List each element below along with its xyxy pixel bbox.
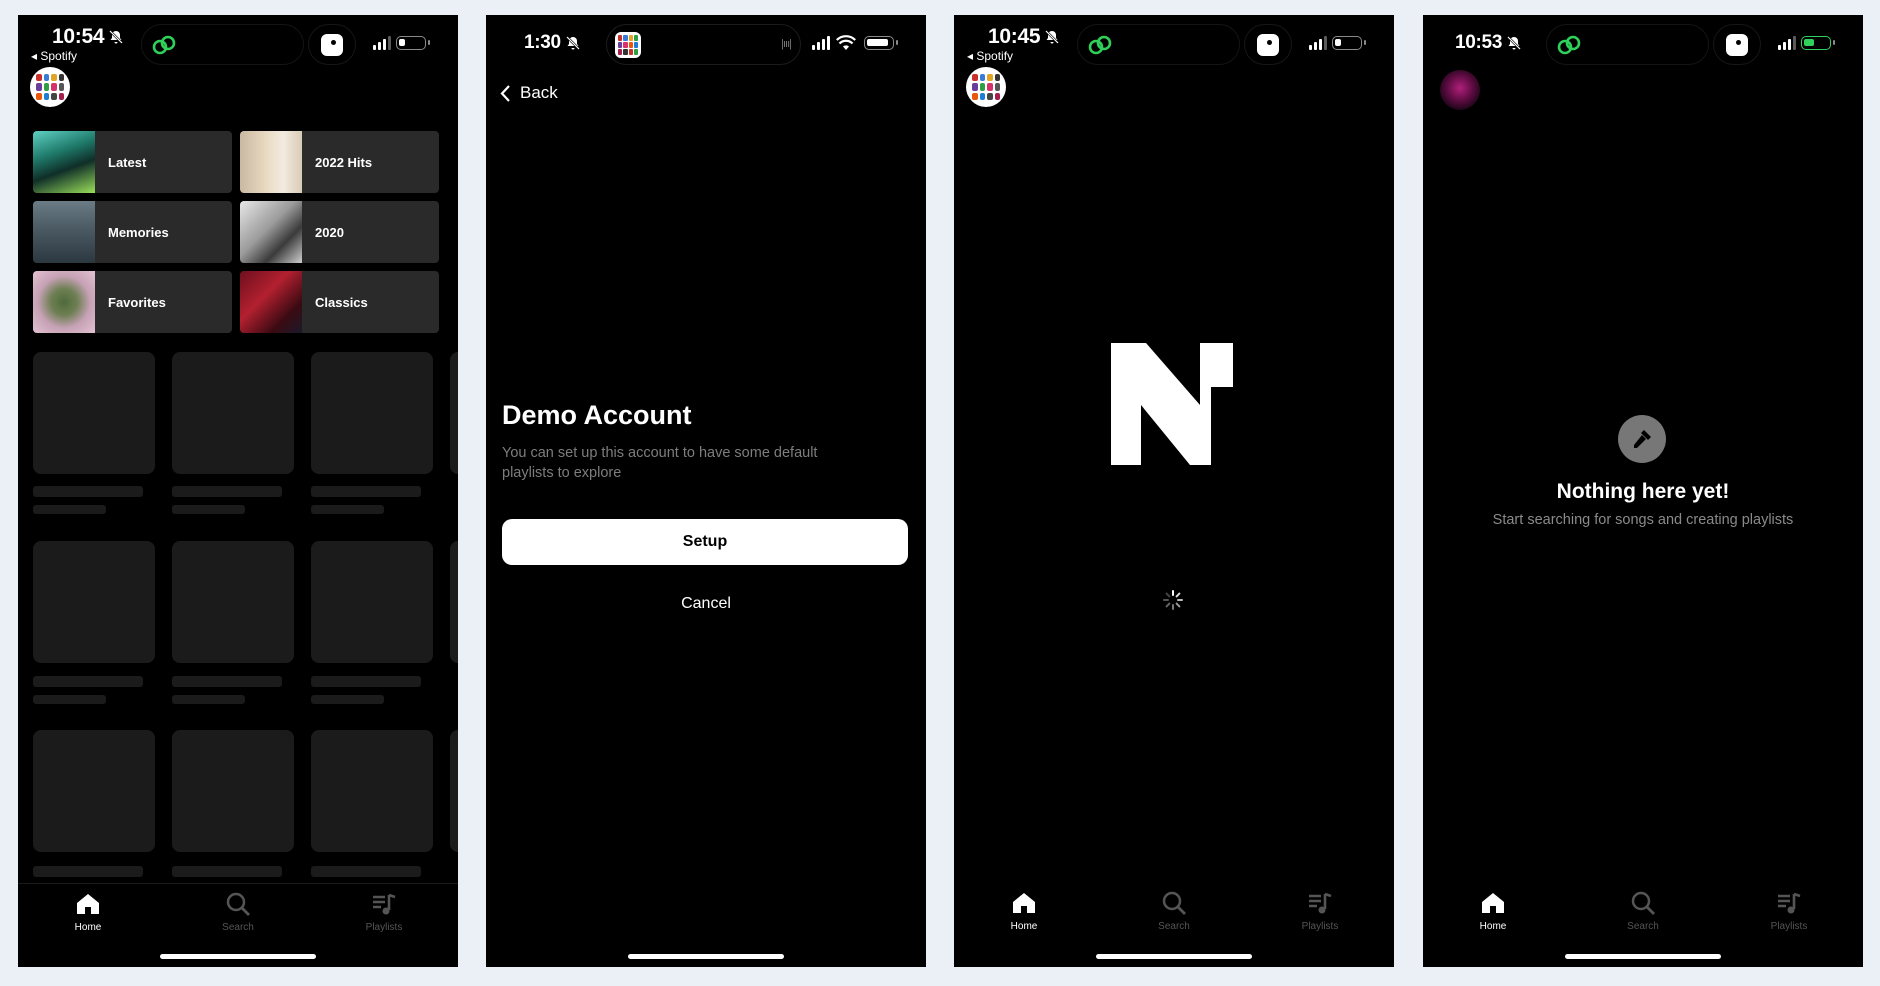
tile-artwork <box>33 131 95 193</box>
bell-slash-icon <box>1045 30 1060 44</box>
tab-home[interactable]: Home <box>48 890 128 933</box>
app-logo <box>1111 343 1233 465</box>
tab-playlists[interactable]: Playlists <box>1749 889 1829 932</box>
tile-label: Favorites <box>108 294 166 310</box>
bell-slash-icon <box>565 36 580 50</box>
signal-icon <box>1309 36 1327 50</box>
tile-2020[interactable]: 2020 <box>240 201 439 263</box>
battery-icon <box>1332 36 1366 50</box>
dynamic-island-activity[interactable] <box>141 24 304 65</box>
music-note-icon <box>1309 892 1332 914</box>
tile-label: Memories <box>108 224 169 240</box>
tile-artwork <box>240 201 302 263</box>
battery-charging-icon <box>1801 36 1835 50</box>
microphone-icon <box>1618 415 1666 463</box>
screen-empty-home: 10:53 Nothing here yet! Start searching … <box>1423 15 1863 967</box>
tab-home[interactable]: Home <box>1453 889 1533 932</box>
page-description: You can set up this account to have some… <box>502 445 818 481</box>
tile-artwork <box>33 201 95 263</box>
status-time: 10:45 <box>988 25 1060 49</box>
search-icon <box>1631 891 1655 915</box>
home-indicator[interactable] <box>160 954 316 959</box>
screen-demo-account: 1:30 |ııı| Back Demo Account You can set… <box>486 15 926 967</box>
screen-splash: 10:45 ◂ Spotify Home Search Playlists <box>954 15 1394 967</box>
status-time: 1:30 <box>524 32 581 54</box>
tab-home[interactable]: Home <box>984 889 1064 932</box>
dynamic-island-activity[interactable] <box>1546 24 1709 65</box>
signal-icon <box>373 36 391 50</box>
page-title: Demo Account <box>502 400 692 430</box>
battery-icon <box>864 36 898 50</box>
spinner-icon <box>1163 590 1183 610</box>
empty-state-subtitle: Start searching for songs and creating p… <box>1492 512 1794 528</box>
avatar[interactable] <box>30 67 70 107</box>
tile-artwork <box>33 271 95 333</box>
home-icon <box>1482 893 1504 913</box>
tile-favorites[interactable]: Favorites <box>33 271 232 333</box>
search-icon <box>226 892 250 916</box>
signal-icon <box>812 36 830 50</box>
waveform-icon: |ııı| <box>781 38 792 50</box>
dynamic-island-app[interactable] <box>308 24 356 65</box>
dynamic-island-activity[interactable] <box>1077 24 1240 65</box>
search-icon <box>1162 891 1186 915</box>
tile-memories[interactable]: Memories <box>33 201 232 263</box>
signal-icon <box>1778 36 1796 50</box>
status-time: 10:54 <box>52 25 124 49</box>
app-icon <box>615 32 641 58</box>
back-to-app-link[interactable]: ◂ Spotify <box>967 49 1013 63</box>
tab-search[interactable]: Search <box>1134 889 1214 932</box>
dynamic-island-app[interactable] <box>1713 24 1761 65</box>
back-button[interactable]: Back <box>500 83 558 103</box>
tile-artwork <box>240 131 302 193</box>
home-indicator[interactable] <box>1096 954 1252 959</box>
status-time: 10:53 <box>1455 32 1522 54</box>
music-note-icon <box>373 893 396 915</box>
setup-button[interactable]: Setup <box>502 519 908 565</box>
dynamic-island-app[interactable] <box>1244 24 1292 65</box>
chevron-left-icon <box>500 84 510 102</box>
playlist-tiles: Latest 2022 Hits Memories 2020 Favorites… <box>33 131 439 333</box>
tile-artwork <box>240 271 302 333</box>
empty-state-title: Nothing here yet! <box>1556 480 1730 503</box>
bell-slash-icon <box>109 30 124 44</box>
tile-label: Latest <box>108 154 147 170</box>
dynamic-island-recording[interactable]: |ııı| <box>606 24 801 65</box>
bell-slash-icon <box>1507 36 1521 50</box>
tab-playlists[interactable]: Playlists <box>344 890 424 933</box>
tile-label: Classics <box>315 294 368 310</box>
cancel-button[interactable]: Cancel <box>486 595 926 613</box>
back-label: Back <box>520 83 558 102</box>
tab-playlists[interactable]: Playlists <box>1280 889 1360 932</box>
screen-home-loading: 10:54 ◂ Spotify Latest 2022 Hits Memorie… <box>18 15 458 967</box>
home-indicator[interactable] <box>1565 954 1721 959</box>
link-icon <box>1088 35 1112 55</box>
wifi-icon <box>836 35 856 50</box>
music-note-icon <box>1778 892 1801 914</box>
tab-search[interactable]: Search <box>1603 889 1683 932</box>
avatar[interactable] <box>966 67 1006 107</box>
tile-label: 2020 <box>315 224 344 240</box>
tile-classics[interactable]: Classics <box>240 271 439 333</box>
home-indicator[interactable] <box>628 954 784 959</box>
link-icon <box>1557 35 1581 55</box>
home-icon <box>77 894 99 914</box>
tab-search[interactable]: Search <box>198 890 278 933</box>
home-icon <box>1013 893 1035 913</box>
tile-2022-hits[interactable]: 2022 Hits <box>240 131 439 193</box>
tile-latest[interactable]: Latest <box>33 131 232 193</box>
battery-icon <box>396 36 430 50</box>
back-to-app-link[interactable]: ◂ Spotify <box>31 49 77 63</box>
avatar[interactable] <box>1440 70 1480 110</box>
link-icon <box>152 35 176 55</box>
tile-label: 2022 Hits <box>315 154 373 170</box>
